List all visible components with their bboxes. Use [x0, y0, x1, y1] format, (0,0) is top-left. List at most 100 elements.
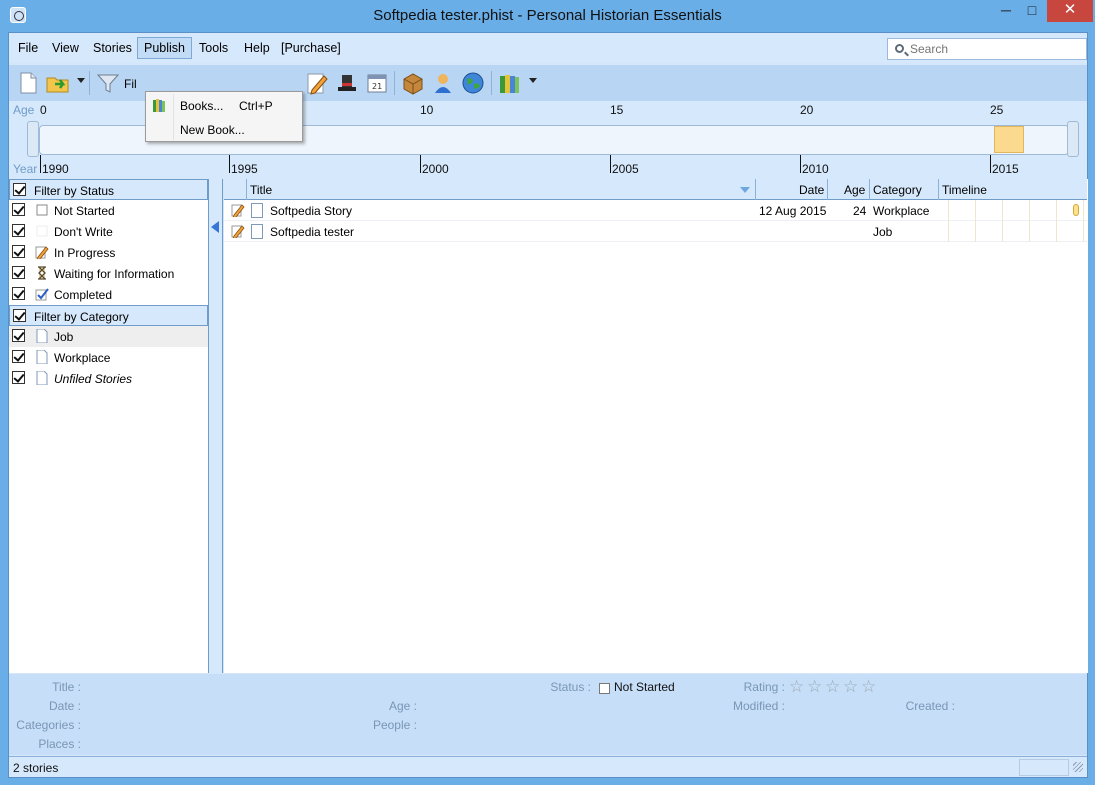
filter-status-checkbox[interactable] — [13, 183, 26, 196]
globe-icon[interactable] — [460, 70, 486, 96]
status-checkbox[interactable] — [599, 683, 610, 694]
title-bar[interactable]: Softpedia tester.phist - Personal Histor… — [0, 0, 1095, 32]
filter-status-completed[interactable]: Completed — [9, 284, 208, 305]
filter-category-job[interactable]: Job — [9, 326, 208, 347]
filter-category-workplace[interactable]: Workplace — [9, 347, 208, 368]
star-icon[interactable]: ☆ — [807, 677, 822, 697]
year-tick-label: 2000 — [422, 162, 449, 176]
age-tick-label: 25 — [990, 103, 1004, 117]
magician-hat-icon[interactable] — [334, 70, 360, 96]
calendar-icon[interactable]: 21 — [364, 70, 390, 96]
document-icon — [251, 224, 263, 239]
books-dropdown-arrow[interactable] — [529, 78, 537, 83]
person-icon[interactable] — [430, 70, 456, 96]
search-input[interactable] — [910, 41, 1080, 57]
app-window: Softpedia tester.phist - Personal Histor… — [0, 0, 1095, 785]
table-row[interactable]: Softpedia Story 12 Aug 2015 24 Workplace — [224, 200, 1087, 221]
filter-status-waiting[interactable]: Waiting for Information — [9, 263, 208, 284]
pencil-icon — [35, 245, 49, 261]
column-category[interactable]: Category — [873, 183, 922, 197]
filter-status-dont-write[interactable]: Don't Write — [9, 221, 208, 242]
star-icon[interactable]: ☆ — [825, 677, 840, 697]
detail-status-label: Status : — [550, 680, 591, 694]
maximize-button[interactable]: □ — [1018, 0, 1046, 22]
filter-category-unfiled[interactable]: Unfiled Stories — [9, 368, 208, 389]
menu-item-new-book[interactable]: New Book... — [146, 118, 302, 140]
filter-status-not-started[interactable]: Not Started — [9, 200, 208, 221]
column-timeline[interactable]: Timeline — [942, 183, 987, 197]
filter-category-header[interactable]: Filter by Category — [9, 305, 208, 326]
checkmark-icon — [35, 287, 49, 301]
detail-places-label: Places : — [38, 737, 81, 751]
year-tick-label: 2005 — [612, 162, 639, 176]
panel-splitter[interactable] — [209, 179, 223, 673]
timeline-story-marker[interactable] — [994, 126, 1024, 153]
age-tick-label: 20 — [800, 103, 814, 117]
column-title[interactable]: Title — [250, 183, 272, 197]
story-count: 2 stories — [13, 761, 59, 775]
row-title: Softpedia Story — [270, 204, 353, 218]
checkbox[interactable] — [12, 329, 25, 342]
detail-people-label: People : — [372, 718, 417, 732]
new-file-icon[interactable] — [15, 70, 41, 96]
year-tick-label: 2015 — [992, 162, 1019, 176]
menu-publish[interactable]: Publish — [137, 37, 192, 59]
document-icon — [35, 349, 49, 365]
menu-bar: File View Stories Publish Tools Help [Pu… — [9, 33, 1087, 63]
menu-file[interactable]: File — [18, 41, 38, 55]
year-tick-label: 1990 — [42, 162, 69, 176]
story-details-panel: Title : Date : Categories : Places : Age… — [9, 674, 1087, 755]
status-bar: 2 stories — [9, 756, 1087, 777]
open-folder-icon[interactable] — [45, 70, 71, 96]
menu-view[interactable]: View — [52, 41, 79, 55]
column-age[interactable]: Age — [844, 183, 865, 197]
checkbox[interactable] — [12, 224, 25, 237]
star-icon[interactable]: ☆ — [789, 677, 804, 697]
filter-button-label[interactable]: Fil — [124, 77, 137, 91]
filter-status-header[interactable]: Filter by Status — [9, 179, 208, 200]
hourglass-icon — [35, 266, 49, 280]
checkbox[interactable] — [12, 203, 25, 216]
detail-rating-label: Rating : — [743, 680, 785, 694]
age-tick-label: 0 — [40, 103, 47, 117]
search-icon — [895, 44, 904, 53]
row-age: 24 — [853, 204, 867, 218]
menu-tools[interactable]: Tools — [199, 41, 228, 55]
age-tick-label: 10 — [420, 103, 434, 117]
edit-pencil-icon[interactable] — [304, 70, 330, 96]
document-icon — [35, 328, 49, 344]
checkbox[interactable] — [12, 266, 25, 279]
ruler-left-handle[interactable] — [27, 121, 39, 157]
year-tick-label: 1995 — [231, 162, 258, 176]
filter-funnel-icon[interactable] — [95, 70, 121, 96]
row-timeline-marker — [1073, 204, 1079, 216]
checkbox[interactable] — [12, 371, 25, 384]
star-icon[interactable]: ☆ — [861, 677, 876, 697]
checkbox[interactable] — [12, 350, 25, 363]
publish-menu-dropdown: Books... Ctrl+P New Book... — [145, 91, 303, 142]
menu-purchase[interactable]: [Purchase] — [281, 41, 341, 55]
package-box-icon[interactable] — [400, 70, 426, 96]
menu-stories[interactable]: Stories — [93, 41, 132, 55]
checkbox[interactable] — [12, 245, 25, 258]
menu-item-books[interactable]: Books... Ctrl+P — [146, 94, 302, 116]
books-icon[interactable] — [497, 70, 523, 96]
detail-status-value: Not Started — [614, 680, 675, 694]
filter-category-checkbox[interactable] — [13, 309, 26, 322]
close-button[interactable]: ✕ — [1047, 0, 1093, 22]
row-title: Softpedia tester — [270, 225, 355, 239]
in-progress-pencil-icon — [231, 203, 245, 219]
ruler-right-handle[interactable] — [1067, 121, 1079, 157]
search-box[interactable] — [887, 38, 1087, 60]
minimize-button[interactable]: ─ — [992, 0, 1020, 22]
column-date[interactable]: Date — [799, 183, 824, 197]
checkbox[interactable] — [12, 287, 25, 300]
menu-help[interactable]: Help — [244, 41, 270, 55]
resize-grip-icon[interactable] — [1073, 762, 1083, 772]
collapse-arrow-icon[interactable] — [211, 221, 219, 233]
table-row[interactable]: Softpedia tester Job — [224, 221, 1087, 242]
age-axis-label: Age — [13, 103, 35, 117]
star-icon[interactable]: ☆ — [843, 677, 858, 697]
filter-status-in-progress[interactable]: In Progress — [9, 242, 208, 263]
open-dropdown-arrow[interactable] — [77, 78, 85, 83]
